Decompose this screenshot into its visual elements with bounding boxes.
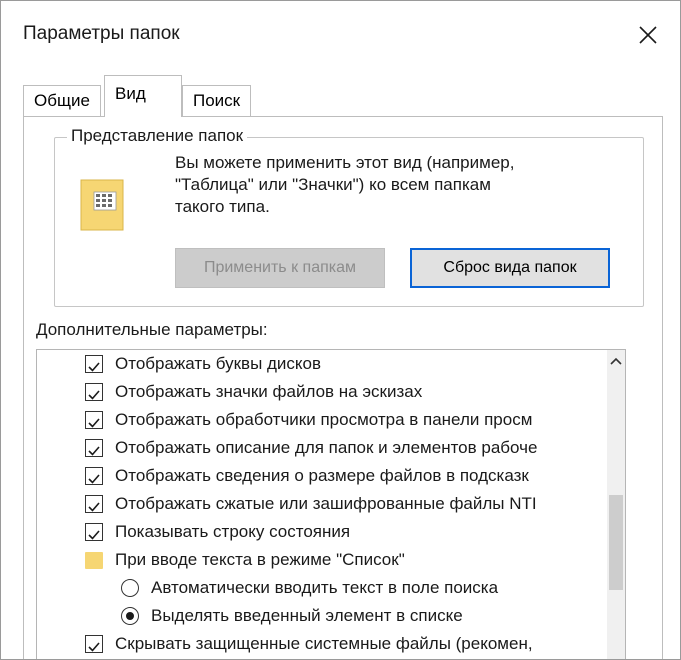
list-item[interactable]: Автоматически вводить текст в поле поиск… <box>121 574 625 602</box>
folder-view-icon <box>79 178 125 232</box>
list-item[interactable]: Отображать сведения о размере файлов в п… <box>85 462 605 490</box>
list-item[interactable]: Отображать значки файлов на эскизах <box>85 378 605 406</box>
list-item: При вводе текста в режиме "Список" <box>85 546 605 574</box>
list-item-label: Отображать обработчики просмотра в панел… <box>115 410 533 429</box>
folder-views-group: Представление папок Вы можете применить … <box>54 126 644 307</box>
checkbox[interactable] <box>85 635 103 653</box>
checkmark-icon <box>88 474 100 484</box>
list-item-label: При вводе текста в режиме "Список" <box>115 550 405 569</box>
tab-panel-view: Представление папок Вы можете применить … <box>23 116 663 659</box>
description-line-2: "Таблица" или "Значки") ко всем папкам <box>175 175 491 194</box>
reset-folders-button[interactable]: Сброс вида папок <box>410 248 610 288</box>
checkmark-icon <box>88 418 100 428</box>
close-button[interactable] <box>626 15 670 55</box>
tab-view[interactable]: Вид <box>104 75 182 117</box>
list-item[interactable]: Скрывать защищенные системные файлы (рек… <box>85 630 605 658</box>
checkbox[interactable] <box>85 355 103 373</box>
description-line-3: такого типа. <box>175 197 270 216</box>
checkbox[interactable] <box>85 495 103 513</box>
advanced-settings-list[interactable]: Отображать буквы дисков Отображать значк… <box>36 349 626 659</box>
tab-strip: Общие Вид Поиск <box>23 75 663 117</box>
list-item[interactable]: Отображать обработчики просмотра в панел… <box>85 406 605 434</box>
scroll-thumb[interactable] <box>609 495 623 590</box>
list-item[interactable]: Отображать сжатые или зашифрованные файл… <box>85 490 605 518</box>
folder-options-window: Параметры папок Общие Вид Поиск Представ… <box>0 0 681 660</box>
chevron-up-icon <box>610 357 622 365</box>
radio-button[interactable] <box>121 579 139 597</box>
list-item[interactable]: Показывать строку состояния <box>85 518 605 546</box>
title-bar: Параметры папок <box>1 1 680 65</box>
scroll-down-button[interactable] <box>607 656 625 659</box>
list-item-label: Отображать сведения о размере файлов в п… <box>115 466 529 485</box>
list-item-label: Отображать значки файлов на эскизах <box>115 382 423 401</box>
checkbox[interactable] <box>85 439 103 457</box>
advanced-settings-label: Дополнительные параметры: <box>36 320 268 339</box>
close-icon <box>639 26 657 44</box>
scroll-up-button[interactable] <box>607 350 625 372</box>
list-item[interactable]: Отображать буквы дисков <box>85 350 605 378</box>
window-title: Параметры папок <box>23 23 180 44</box>
checkmark-icon <box>88 642 100 652</box>
radio-button[interactable] <box>121 607 139 625</box>
radio-dot <box>126 612 134 620</box>
folder-views-legend: Представление папок <box>67 126 248 146</box>
checkbox[interactable] <box>85 523 103 541</box>
description-line-1: Вы можете применить этот вид (например, <box>175 153 515 172</box>
folder-views-description: Вы можете применить этот вид (например, … <box>175 152 595 218</box>
list-item-label: Автоматически вводить текст в поле поиск… <box>151 578 499 597</box>
list-item-label: Выделять введенный элемент в списке <box>151 606 463 625</box>
checkmark-icon <box>88 390 100 400</box>
apply-to-folders-button[interactable]: Применить к папкам <box>175 248 385 288</box>
list-item-label: Скрывать защищенные системные файлы (рек… <box>115 634 533 653</box>
folder-icon <box>85 552 103 569</box>
tab-general[interactable]: Общие <box>23 85 101 117</box>
list-item-label: Отображать буквы дисков <box>115 354 322 373</box>
list-scrollbar[interactable] <box>607 350 625 659</box>
list-item[interactable]: Отображать описание для папок и элементо… <box>85 434 605 462</box>
tab-search[interactable]: Поиск <box>182 85 252 117</box>
list-item-label: Отображать описание для папок и элементо… <box>115 438 538 457</box>
checkbox[interactable] <box>85 467 103 485</box>
list-item[interactable]: Выделять введенный элемент в списке <box>121 602 625 630</box>
checkbox[interactable] <box>85 383 103 401</box>
checkmark-icon <box>88 530 100 540</box>
list-item-label: Показывать строку состояния <box>115 522 351 541</box>
checkmark-icon <box>88 362 100 372</box>
checkbox[interactable] <box>85 411 103 429</box>
checkmark-icon <box>88 502 100 512</box>
list-item-label: Отображать сжатые или зашифрованные файл… <box>115 494 537 513</box>
checkmark-icon <box>88 446 100 456</box>
